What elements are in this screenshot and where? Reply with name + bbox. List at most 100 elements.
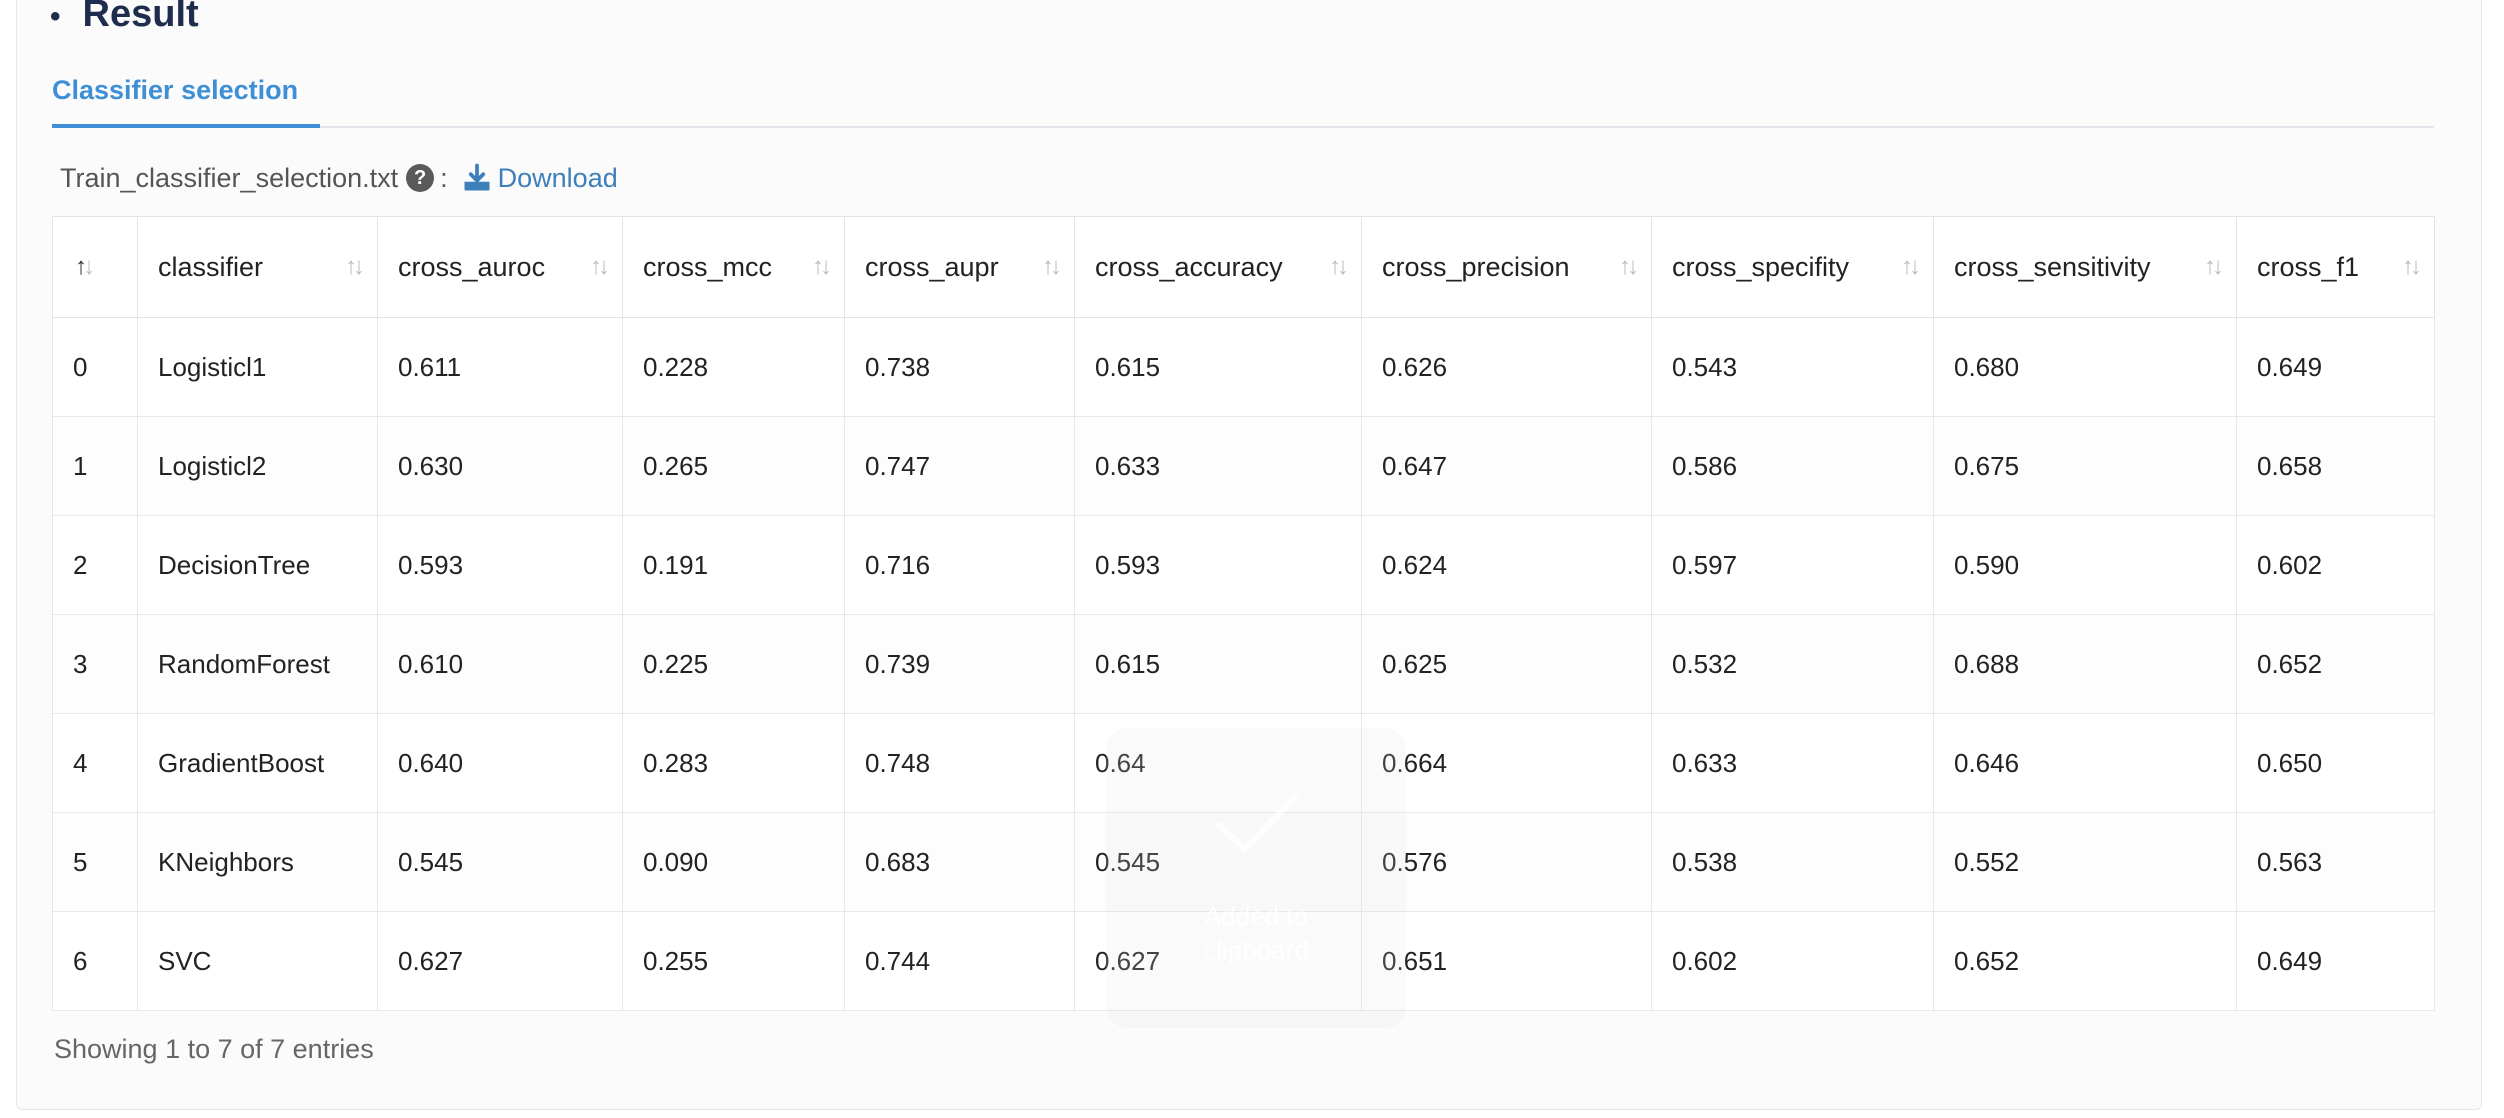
table-cell: 0.615 <box>1074 317 1362 417</box>
table-row[interactable]: 2 DecisionTree 0.593 0.191 0.716 0.593 0.624 0.… <box>52 515 2435 615</box>
table-cell: 0.683 <box>844 812 1075 912</box>
table-cell: 0.593 <box>377 515 623 615</box>
sort-arrows-icon[interactable]: ↑↓ <box>1619 253 1639 281</box>
table-cell: 0.255 <box>622 911 845 1011</box>
sort-arrows-icon[interactable]: ↑↓ <box>1901 253 1921 281</box>
table-cell: 0.652 <box>2236 614 2435 714</box>
table-cell: 0.744 <box>844 911 1075 1011</box>
table-cell: 2 <box>52 515 138 615</box>
sort-arrows-icon[interactable]: ↑↓ <box>590 253 610 281</box>
table-cell: 0.658 <box>2236 416 2435 516</box>
table-cell: KNeighbors <box>137 812 378 912</box>
table-cell: 0.586 <box>1651 416 1934 516</box>
table-cell: 0.265 <box>622 416 845 516</box>
table-cell: 0.627 <box>377 911 623 1011</box>
table-cell: 0.590 <box>1933 515 2237 615</box>
table-row[interactable]: 0 Logisticl1 0.611 0.228 0.738 0.615 0.626 0.54… <box>52 317 2435 417</box>
table-cell: 0.650 <box>2236 713 2435 813</box>
table-cell: 0.747 <box>844 416 1075 516</box>
table-row[interactable]: 3 RandomForest 0.610 0.225 0.739 0.615 0.625 0.… <box>52 614 2435 714</box>
column-header-cross_mcc[interactable]: cross_mcc ↑↓ <box>622 216 845 318</box>
sort-arrows-icon[interactable]: ↑↓ <box>1329 253 1349 281</box>
column-header-cross_precision[interactable]: cross_precision ↑↓ <box>1361 216 1652 318</box>
download-icon <box>464 163 490 191</box>
table-cell: 0.228 <box>622 317 845 417</box>
download-label: Download <box>497 162 618 193</box>
table-cell: 0.532 <box>1651 614 1934 714</box>
table-cell: 0.680 <box>1933 317 2237 417</box>
column-header-cross_specifity[interactable]: cross_specifity ↑↓ <box>1651 216 1934 318</box>
table-cell: 0.545 <box>377 812 623 912</box>
sort-arrows-icon[interactable]: ↑↓ <box>2204 253 2224 281</box>
table-cell: 0.615 <box>1074 614 1362 714</box>
table-cell: RandomForest <box>137 614 378 714</box>
column-header-label: cross_precision <box>1382 251 1570 282</box>
file-bar: Train_classifier_selection.txt ? : Downl… <box>60 156 618 200</box>
file-colon: : <box>440 162 448 193</box>
table-cell: DecisionTree <box>137 515 378 615</box>
table-cell: 0.633 <box>1074 416 1362 516</box>
column-header-label: cross_sensitivity <box>1954 251 2151 282</box>
table-cell: 0.626 <box>1361 317 1652 417</box>
column-header-classifier[interactable]: classifier ↑↓ <box>137 216 378 318</box>
section-title-text: Result <box>82 0 199 35</box>
column-header-cross_accuracy[interactable]: cross_accuracy ↑↓ <box>1074 216 1362 318</box>
download-link[interactable]: Download <box>462 163 618 194</box>
table-cell: 0.552 <box>1933 812 2237 912</box>
column-header-cross_auroc[interactable]: cross_auroc ↑↓ <box>377 216 623 318</box>
file-name: Train_classifier_selection.txt <box>60 162 399 193</box>
table-cell: 3 <box>52 614 138 714</box>
table-cell: 0.649 <box>2236 911 2435 1011</box>
toast-line-1: Added to <box>1203 901 1309 931</box>
column-header-label: cross_aupr <box>865 251 999 282</box>
sort-arrows-icon[interactable]: ↑↓ <box>2402 253 2422 281</box>
table-cell: 0.649 <box>2236 317 2435 417</box>
column-header-index[interactable]: ↑↓ <box>52 216 138 318</box>
table-cell: 0.688 <box>1933 614 2237 714</box>
table-cell: 0.748 <box>844 713 1075 813</box>
table-cell: 0.640 <box>377 713 623 813</box>
table-cell: 0.675 <box>1933 416 2237 516</box>
table-cell: 0.646 <box>1933 713 2237 813</box>
title-bullet: • <box>50 0 61 33</box>
table-cell: 0.739 <box>844 614 1075 714</box>
table-cell: 0.283 <box>622 713 845 813</box>
table-cell: 0.610 <box>377 614 623 714</box>
table-cell: 0.602 <box>2236 515 2435 615</box>
column-header-label: classifier <box>158 251 264 282</box>
table-cell: 0.563 <box>2236 812 2435 912</box>
question-circle-icon[interactable]: ? <box>406 164 435 192</box>
sort-arrows-icon[interactable]: ↑↓ <box>812 253 832 281</box>
table-cell: 0.597 <box>1651 515 1934 615</box>
table-cell: SVC <box>137 911 378 1011</box>
table-cell: 0.090 <box>622 812 845 912</box>
table-cell: 0.716 <box>844 515 1075 615</box>
table-cell: 0.191 <box>622 515 845 615</box>
table-cell: 0.602 <box>1651 911 1934 1011</box>
column-header-cross_sensitivity[interactable]: cross_sensitivity ↑↓ <box>1933 216 2237 318</box>
checkmark-icon <box>1216 794 1298 852</box>
table-cell: 4 <box>52 713 138 813</box>
table-row[interactable]: 1 Logisticl2 0.630 0.265 0.747 0.633 0.647 0.58… <box>52 416 2435 516</box>
table-cell: GradientBoost <box>137 713 378 813</box>
clipboard-toast: Added to clipboard <box>1106 728 1406 1028</box>
sort-arrows-icon[interactable]: ↑↓ <box>1042 253 1062 281</box>
column-header-label: cross_mcc <box>643 251 773 282</box>
column-header-cross_aupr[interactable]: cross_aupr ↑↓ <box>844 216 1075 318</box>
table-header-row: ↑↓ classifier ↑↓ cross_auroc ↑↓ cross_mcc ↑↓ cr… <box>52 216 2435 318</box>
column-header-label: cross_f1 <box>2257 251 2360 282</box>
table-cell: 1 <box>52 416 138 516</box>
table-cell: 0.647 <box>1361 416 1652 516</box>
table-cell: 0 <box>52 317 138 417</box>
column-header-cross_f1[interactable]: cross_f1 ↑↓ <box>2236 216 2435 318</box>
tab-classifier-selection[interactable]: Classifier selection <box>52 66 320 128</box>
table-cell: 0.611 <box>377 317 623 417</box>
column-header-label: cross_specifity <box>1672 251 1850 282</box>
section-title: • Result <box>50 0 199 39</box>
table-cell: 5 <box>52 812 138 912</box>
tab-bar: Classifier selection <box>52 66 2434 128</box>
sort-arrows-icon[interactable]: ↑↓ <box>75 253 95 281</box>
sort-arrows-icon[interactable]: ↑↓ <box>345 253 365 281</box>
table-cell: Logisticl1 <box>137 317 378 417</box>
column-header-label: cross_accuracy <box>1095 251 1283 282</box>
